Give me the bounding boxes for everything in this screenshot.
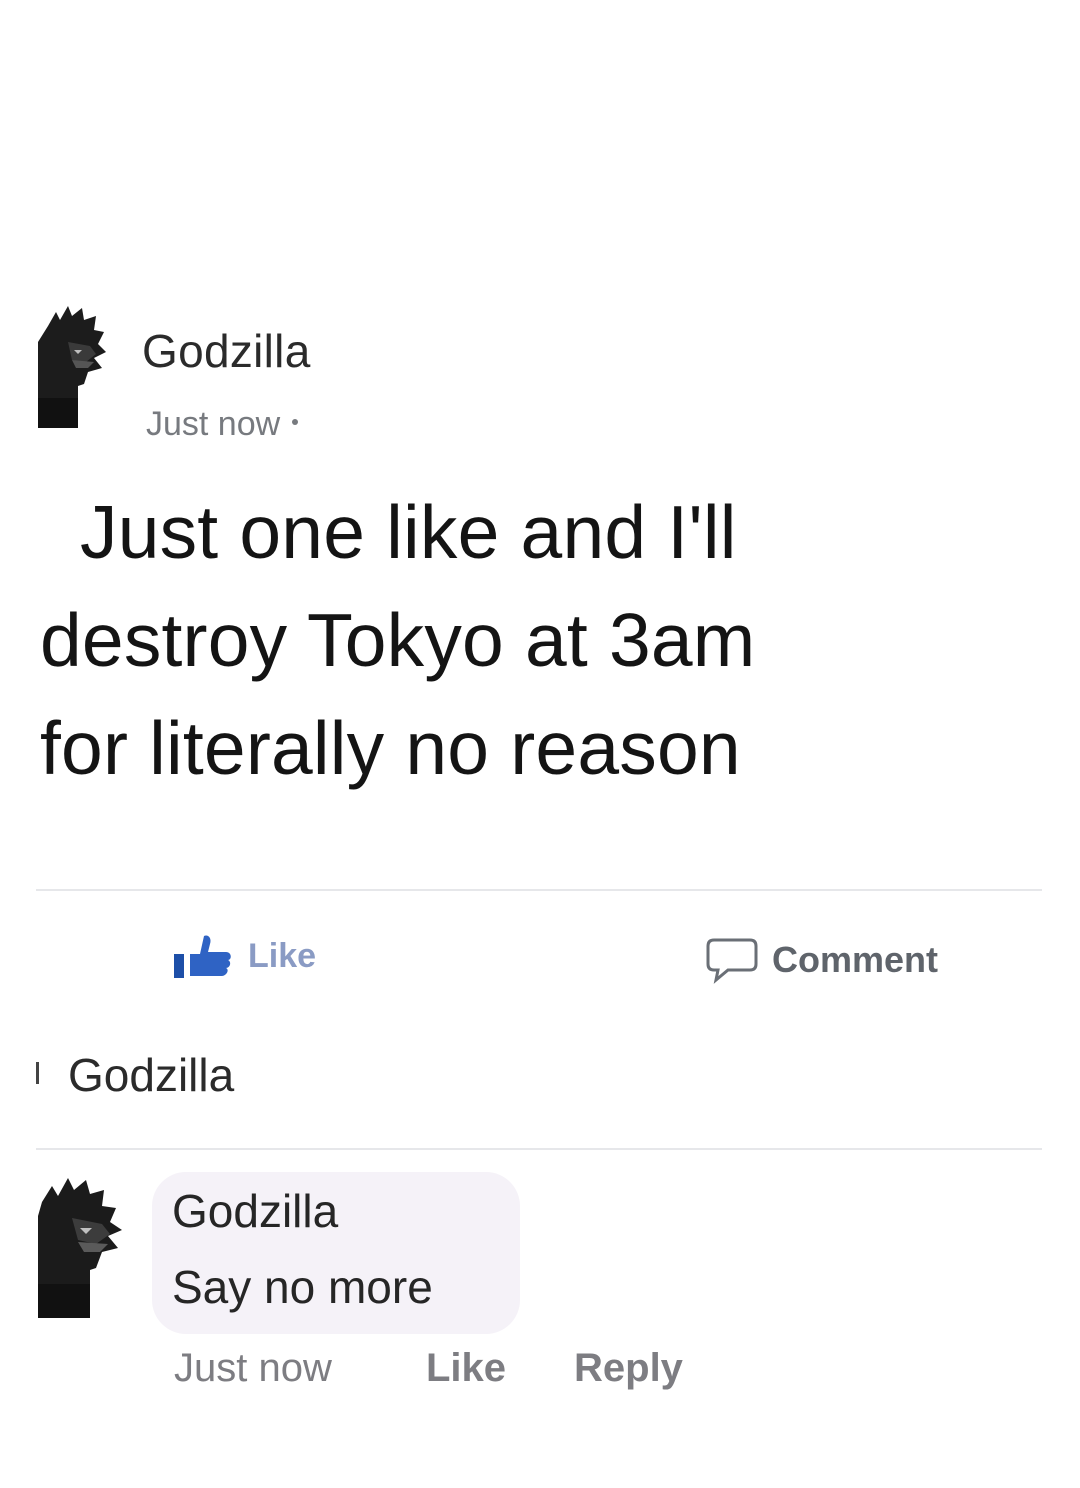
like-button[interactable]: Like — [172, 932, 316, 980]
reaction-marker — [36, 1062, 39, 1084]
post-body-line: for literally no reason — [40, 706, 741, 790]
comment-reply-button[interactable]: Reply — [574, 1346, 683, 1391]
godzilla-avatar-icon — [38, 306, 106, 428]
comment-button[interactable]: Comment — [706, 936, 938, 984]
godzilla-avatar-icon — [38, 1178, 122, 1318]
like-button-label: Like — [248, 936, 317, 975]
comment-like-button[interactable]: Like — [426, 1346, 506, 1391]
speech-bubble-icon — [706, 938, 758, 984]
post-body-line: destroy Tokyo at 3am — [40, 598, 756, 682]
thumbs-up-icon — [174, 935, 231, 978]
post-author-name[interactable]: Godzilla — [142, 324, 311, 378]
post-timestamp: Just now — [146, 405, 299, 444]
comment-author-avatar[interactable] — [38, 1172, 130, 1318]
comment-timestamp: Just now — [174, 1346, 332, 1390]
post-author-avatar[interactable] — [38, 302, 110, 428]
comments-divider — [36, 1148, 1042, 1150]
comment-author-name[interactable]: Godzilla — [172, 1184, 338, 1238]
audience-dot — [292, 419, 299, 426]
post-time-text: Just now — [146, 405, 281, 443]
reacted-by-name[interactable]: Godzilla — [68, 1048, 234, 1102]
post-body: Just one like and I'll destroy Tokyo at … — [40, 478, 1040, 802]
post-divider — [36, 889, 1042, 891]
comment-text: Say no more — [172, 1261, 433, 1313]
comment-button-label: Comment — [772, 939, 939, 980]
post-body-line: Just one like and I'll — [80, 490, 737, 574]
